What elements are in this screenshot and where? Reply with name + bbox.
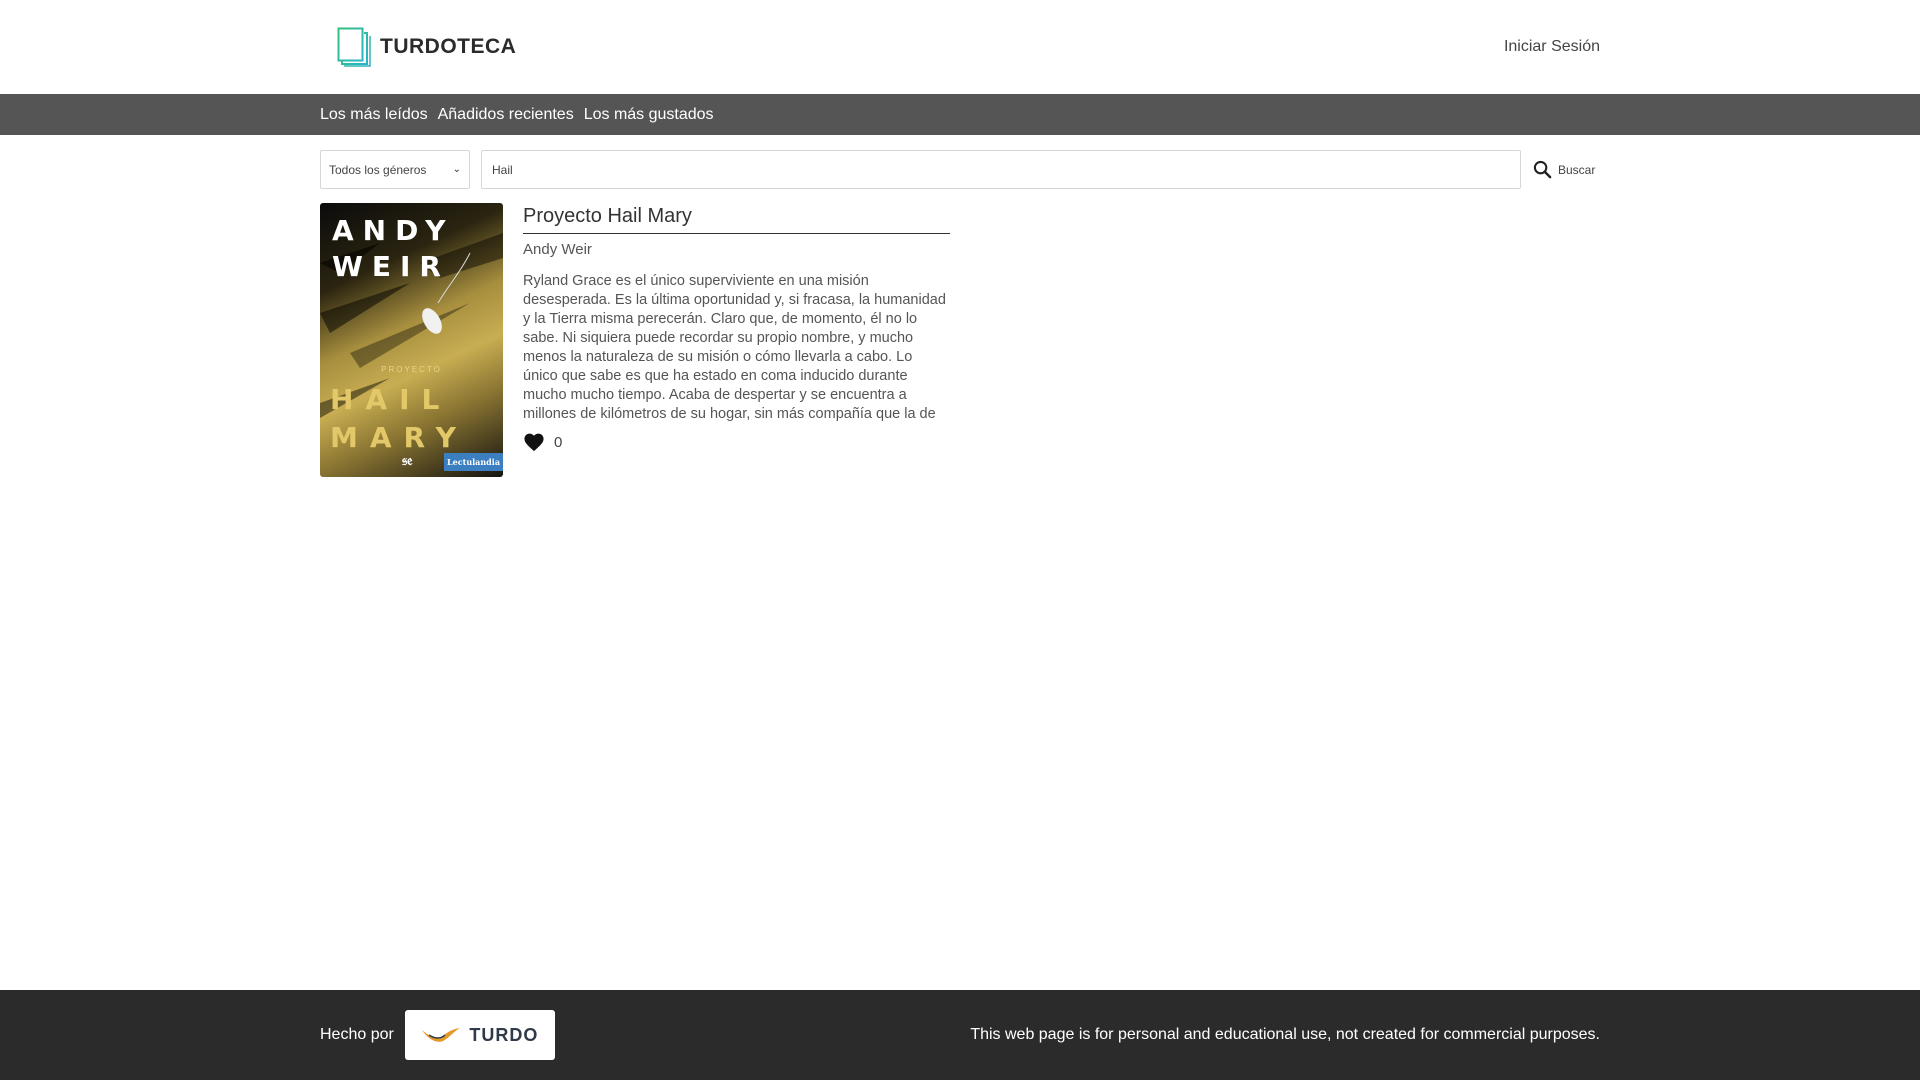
search-input[interactable]	[481, 150, 1521, 189]
publisher-logo-icon: 𝔰𝔢	[402, 453, 413, 469]
turdo-badge-link[interactable]: TURDO	[404, 1010, 555, 1060]
book-info: Proyecto Hail Mary Andy Weir Ryland Grac…	[523, 203, 950, 477]
heart-icon[interactable]	[523, 432, 545, 452]
cover-subtitle: PROYECTO	[381, 365, 442, 374]
book-logo-icon	[337, 27, 371, 67]
made-by: Hecho por TURDO	[320, 1010, 555, 1060]
book-result: ANDY WEIR PROYECTO HAIL MARY 𝔰𝔢 Lectulan…	[320, 203, 1600, 477]
brand-home-link[interactable]: TURDOTECA	[337, 27, 516, 67]
cover-title: HAIL MARY	[330, 383, 468, 454]
nav-recently-added[interactable]: Añadidos recientes	[438, 106, 574, 124]
brand-name: TURDOTECA	[380, 35, 517, 58]
site-footer: Hecho por TURDO This web page is for per…	[0, 990, 1920, 1080]
search-icon	[1533, 160, 1552, 179]
search-button-label: Buscar	[1558, 162, 1596, 177]
publisher-badge: Lectulandia	[444, 453, 503, 471]
footer-disclaimer: This web page is for personal and educat…	[970, 1026, 1600, 1043]
book-description: Ryland Grace es el único superviviente e…	[523, 273, 946, 422]
main-nav: Los más leídos Añadidos recientes Los má…	[0, 94, 1920, 135]
book-title[interactable]: Proyecto Hail Mary	[523, 203, 950, 234]
nav-most-read[interactable]: Los más leídos	[320, 106, 428, 124]
search-button[interactable]: Buscar	[1533, 160, 1595, 179]
likes-count: 0	[554, 433, 563, 451]
book-author[interactable]: Andy Weir	[523, 241, 950, 258]
turdo-badge-text: TURDO	[469, 1024, 539, 1045]
made-by-label: Hecho por	[320, 1026, 394, 1043]
genre-select[interactable]: Todos los géneros ⌄	[320, 150, 470, 189]
main-content: Todos los géneros ⌄ Buscar ANDY	[320, 150, 1600, 477]
login-link[interactable]: Iniciar Sesión	[1504, 38, 1600, 56]
site-header: TURDOTECA Iniciar Sesión	[0, 0, 1920, 94]
nav-most-liked[interactable]: Los más gustados	[584, 106, 714, 124]
search-bar: Todos los géneros ⌄ Buscar	[320, 150, 1600, 189]
book-cover[interactable]: ANDY WEIR PROYECTO HAIL MARY 𝔰𝔢 Lectulan…	[320, 203, 503, 477]
cover-author: ANDY WEIR	[332, 214, 455, 283]
likes: 0	[523, 432, 950, 452]
bird-logo-icon	[422, 1028, 461, 1042]
chevron-down-icon: ⌄	[452, 164, 461, 175]
genre-selected-value: Todos los géneros	[329, 162, 427, 177]
